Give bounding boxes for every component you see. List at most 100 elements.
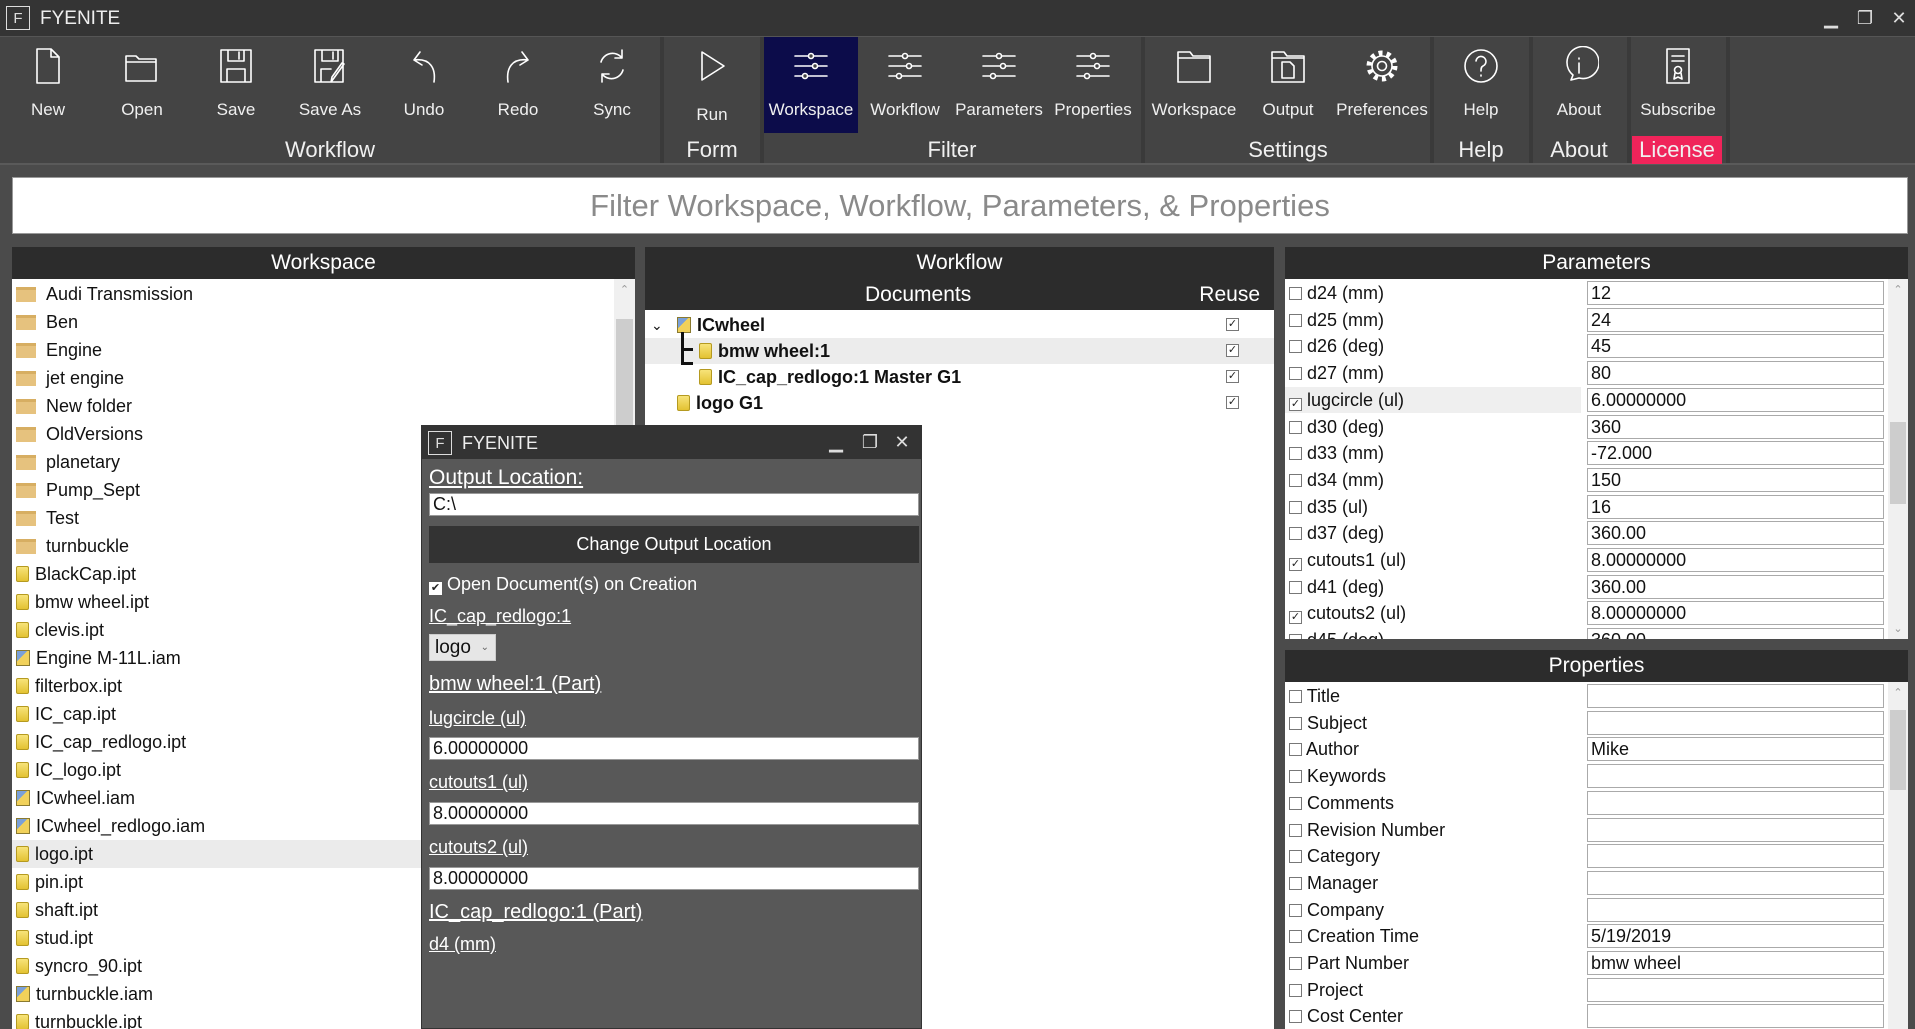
row-checkbox[interactable] <box>1289 743 1302 757</box>
value-input[interactable]: 150 <box>1587 467 1884 492</box>
scroll-down-icon[interactable]: ⌄ <box>1888 622 1908 635</box>
row-checkbox[interactable]: ✓ <box>1289 397 1302 411</box>
row-checkbox[interactable] <box>1289 473 1302 487</box>
row-checkbox[interactable] <box>1289 1010 1302 1024</box>
section-ic-cap-redlogo[interactable]: IC_cap_redlogo:1 <box>429 606 571 627</box>
row-checkbox[interactable] <box>1289 716 1302 730</box>
row-checkbox[interactable] <box>1289 447 1302 461</box>
workflow-button[interactable]: Workflow <box>858 37 952 133</box>
value-input[interactable]: 5/19/2019 <box>1587 924 1884 949</box>
value-input[interactable]: 12 <box>1587 281 1884 305</box>
value-input[interactable] <box>1587 844 1884 869</box>
row-checkbox[interactable] <box>1289 690 1302 703</box>
expand-chevron-icon[interactable]: ⌄ <box>651 312 663 338</box>
parameters-button[interactable]: Parameters <box>952 37 1046 133</box>
field-input-cutouts1[interactable]: 8.00000000 <box>429 802 919 825</box>
row-checkbox[interactable] <box>1289 983 1302 997</box>
row-checkbox[interactable] <box>1289 957 1302 970</box>
value-input[interactable]: 360.00 <box>1587 574 1884 599</box>
save-as-button[interactable]: Save As <box>283 37 377 133</box>
restore-button[interactable]: ❐ <box>1853 6 1877 30</box>
value-input[interactable]: 45 <box>1587 334 1884 359</box>
row-checkbox[interactable] <box>1289 340 1302 354</box>
value-input[interactable] <box>1587 817 1884 842</box>
workflow-row[interactable]: logo G1 ✓ <box>645 390 1274 416</box>
logo-dropdown[interactable]: logo ⌄ <box>429 634 496 661</box>
reuse-checkbox[interactable]: ✓ <box>1226 344 1239 357</box>
value-input[interactable] <box>1587 790 1884 815</box>
row-checkbox[interactable] <box>1289 823 1302 837</box>
field-label-cutouts1[interactable]: cutouts1 (ul) <box>429 772 528 793</box>
row-checkbox[interactable]: ✓ <box>1289 558 1302 571</box>
value-input[interactable]: Mike <box>1587 737 1884 762</box>
value-input[interactable]: 6.00000000 <box>1587 387 1884 412</box>
row-checkbox[interactable] <box>1289 287 1302 300</box>
value-input[interactable] <box>1587 870 1884 895</box>
open-button[interactable]: Open <box>95 37 189 133</box>
row-checkbox[interactable] <box>1289 796 1302 810</box>
workflow-row[interactable]: IC_cap_redlogo:1 Master G1 ✓ <box>645 346 1274 390</box>
value-input[interactable]: 8.00000000 <box>1587 548 1884 572</box>
value-input[interactable]: 16 <box>1587 494 1884 519</box>
preferences-button[interactable]: Preferences <box>1335 37 1429 133</box>
dialog-close-button[interactable]: ✕ <box>890 430 914 454</box>
workflow-row[interactable]: ⌄ ICwheel ✓ <box>645 312 1274 338</box>
field-input-cutouts2[interactable]: 8.00000000 <box>429 867 919 890</box>
value-input[interactable] <box>1587 710 1884 735</box>
workspace-item[interactable]: New folder <box>12 392 612 420</box>
row-checkbox[interactable] <box>1289 903 1302 917</box>
about-button[interactable]: About <box>1532 37 1626 133</box>
value-input[interactable] <box>1587 897 1884 922</box>
output-location-input[interactable]: C:\ <box>429 493 919 516</box>
undo-button[interactable]: Undo <box>377 37 471 133</box>
row-checkbox[interactable] <box>1289 500 1302 514</box>
reuse-checkbox[interactable]: ✓ <box>1226 396 1239 409</box>
parameters-scrollbar[interactable]: ⌃ ⌄ <box>1888 279 1908 639</box>
redo-button[interactable]: Redo <box>471 37 565 133</box>
scroll-up-icon[interactable]: ⌃ <box>1888 686 1908 699</box>
value-input[interactable]: 360.00 <box>1587 628 1884 639</box>
row-checkbox[interactable]: ✓ <box>1289 611 1302 625</box>
change-output-location-button[interactable]: Change Output Location <box>429 526 919 563</box>
workspace-button[interactable]: Workspace <box>764 37 858 133</box>
close-button[interactable]: ✕ <box>1887 6 1911 30</box>
value-input[interactable]: 8.00000000 <box>1587 601 1884 626</box>
properties-scrollbar[interactable]: ⌃ <box>1888 682 1908 1029</box>
row-checkbox[interactable] <box>1289 367 1302 381</box>
row-checkbox[interactable] <box>1289 930 1302 944</box>
workspace-button[interactable]: Workspace <box>1147 37 1241 133</box>
workflow-row[interactable]: bmw wheel:1 ✓ <box>645 332 1274 364</box>
row-checkbox[interactable] <box>1289 313 1302 327</box>
row-checkbox[interactable] <box>1289 527 1302 541</box>
new-button[interactable]: New <box>1 37 95 133</box>
properties-button[interactable]: Properties <box>1046 37 1140 133</box>
value-input[interactable]: 360.00 <box>1587 521 1884 546</box>
row-checkbox[interactable] <box>1289 850 1302 864</box>
row-checkbox[interactable] <box>1289 420 1302 434</box>
open-docs-checkbox[interactable]: ✔ <box>429 582 442 595</box>
row-checkbox[interactable] <box>1289 770 1302 784</box>
open-docs-row[interactable]: ✔ Open Document(s) on Creation <box>429 574 697 595</box>
workspace-item[interactable]: Engine <box>12 336 612 364</box>
value-input[interactable]: 24 <box>1587 307 1884 332</box>
subscribe-button[interactable]: Subscribe <box>1631 37 1725 133</box>
section-ic-cap-redlogo-part[interactable]: IC_cap_redlogo:1 (Part) <box>429 901 642 924</box>
run-button[interactable]: Run <box>665 37 759 133</box>
reuse-checkbox[interactable]: ✓ <box>1226 318 1239 331</box>
value-input[interactable] <box>1587 684 1884 708</box>
output-button[interactable]: Output <box>1241 37 1335 133</box>
value-input[interactable]: 80 <box>1587 361 1884 386</box>
filter-input[interactable]: Filter Workspace, Workflow, Parameters, … <box>12 177 1908 234</box>
value-input[interactable] <box>1587 977 1884 1002</box>
workspace-item[interactable]: Ben <box>12 308 612 336</box>
section-bmw-wheel[interactable]: bmw wheel:1 (Part) <box>429 673 601 696</box>
dialog-minimize-button[interactable]: ▁ <box>824 430 848 454</box>
field-label-lugcircle[interactable]: lugcircle (ul) <box>429 708 526 729</box>
reuse-checkbox[interactable]: ✓ <box>1226 370 1239 383</box>
minimize-button[interactable]: ▁ <box>1819 6 1843 30</box>
value-input[interactable]: 360 <box>1587 414 1884 439</box>
scroll-thumb[interactable] <box>1890 422 1906 504</box>
workspace-item[interactable]: Audi Transmission <box>12 280 612 308</box>
scroll-up-icon[interactable]: ⌃ <box>1888 283 1908 296</box>
scroll-thumb[interactable] <box>1890 710 1906 790</box>
